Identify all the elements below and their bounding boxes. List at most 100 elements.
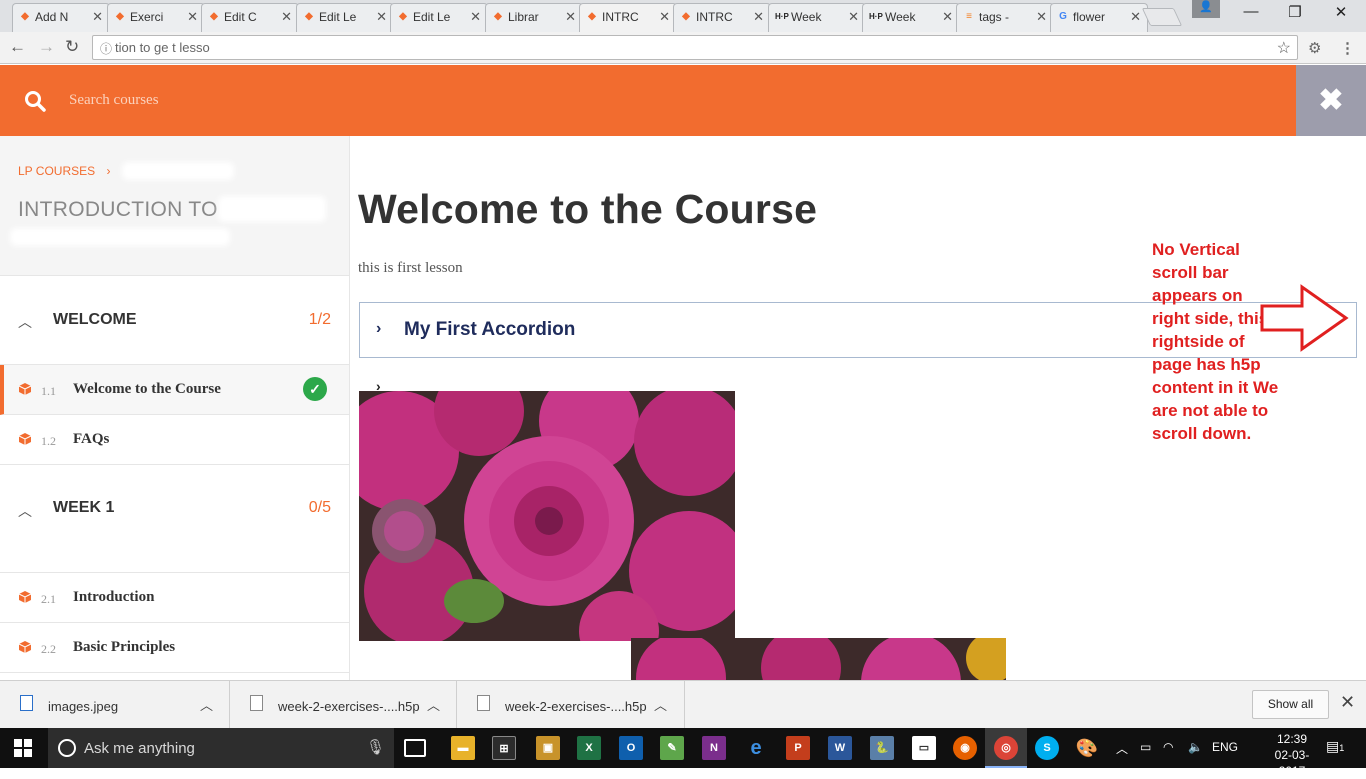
section-progress: 0/5	[308, 499, 331, 516]
minimize-icon[interactable]: —	[1228, 3, 1274, 20]
close-tab-icon[interactable]: ✕	[942, 9, 953, 25]
lesson-item[interactable]: 2.2 Basic Principles	[0, 623, 349, 673]
close-tab-icon[interactable]: ✕	[1130, 9, 1141, 25]
section-welcome[interactable]: ︿ WELCOME 1/2	[0, 276, 349, 365]
breadcrumb[interactable]: LP COURSES ›	[18, 164, 110, 178]
language-indicator[interactable]: ENG	[1212, 740, 1238, 754]
system-clock[interactable]: 12:39 02-03-2017	[1262, 731, 1322, 779]
download-item[interactable]: week-2-exercises-....h5p ︿	[230, 681, 457, 728]
downloads-bar: images.jpeg ︿ week-2-exercises-....h5p ︿…	[0, 680, 1366, 728]
profile-icon[interactable]: 👤	[1192, 0, 1220, 18]
extension-icon[interactable]: ⚙	[1308, 39, 1321, 57]
cortana-search-box[interactable]: Ask me anything 🎙	[48, 728, 394, 768]
close-tab-icon[interactable]: ✕	[281, 9, 292, 25]
volume-icon[interactable]: 🔈	[1188, 740, 1203, 754]
lesson-item[interactable]: 1.2 FAQs	[0, 415, 349, 465]
reload-icon[interactable]: ↻	[65, 37, 79, 57]
close-icon[interactable]: ✕	[1340, 692, 1355, 713]
app-icon[interactable]: ▣	[536, 736, 560, 760]
python-icon[interactable]: 🐍	[870, 736, 894, 760]
chrome-icon[interactable]: ◎	[994, 736, 1018, 760]
onenote-icon[interactable]: N	[702, 736, 726, 760]
lesson-title: FAQs	[73, 431, 110, 447]
publisher-icon[interactable]: ✎	[660, 736, 684, 760]
redacted-text	[122, 162, 234, 180]
browser-tab[interactable]: ◆ Add N ✕	[12, 3, 110, 32]
browser-tab[interactable]: H·P Week ✕	[862, 3, 960, 32]
close-tab-icon[interactable]: ✕	[1036, 9, 1047, 25]
browser-tab[interactable]: ◆ Librar ✕	[485, 3, 583, 32]
browser-tab[interactable]: H·P Week ✕	[768, 3, 866, 32]
close-tab-icon[interactable]: ✕	[376, 9, 387, 25]
completed-check-icon: ✓	[303, 377, 327, 401]
close-window-icon[interactable]: ✕	[1318, 3, 1364, 21]
browser-tab[interactable]: ◆ INTRC ✕	[673, 3, 771, 32]
search-icon[interactable]	[24, 90, 46, 112]
close-tab-icon[interactable]: ✕	[753, 9, 764, 25]
lesson-title: Basic Principles	[73, 639, 176, 655]
browser-tab[interactable]: ◆ Exerci ✕	[107, 3, 205, 32]
word-icon[interactable]: W	[828, 736, 852, 760]
course-header: LP COURSES › INTRODUCTION TO	[0, 136, 349, 276]
browser-tab[interactable]: ◆ Edit C ✕	[201, 3, 299, 32]
lesson-cube-icon	[18, 433, 32, 445]
notification-icon[interactable]: ▤1	[1326, 738, 1344, 755]
chevron-up-icon[interactable]: ︿	[18, 312, 32, 332]
close-icon[interactable]: ✖	[1296, 65, 1366, 136]
info-icon[interactable]: ⓘ	[100, 40, 112, 57]
browser-tab-active[interactable]: ◆ INTRC ✕	[579, 3, 677, 33]
browser-tab[interactable]: ◆ Edit Le ✕	[296, 3, 394, 32]
download-filename: images.jpeg	[48, 699, 119, 714]
microphone-icon[interactable]: 🎙	[366, 738, 385, 756]
edge-icon[interactable]: e	[744, 736, 768, 760]
outlook-icon[interactable]: O	[619, 736, 643, 760]
download-filename: week-2-exercises-....h5p	[278, 699, 420, 714]
search-courses-input[interactable]: Search courses	[69, 92, 159, 109]
lesson-number: 2.1	[41, 592, 56, 606]
download-item[interactable]: images.jpeg ︿	[0, 681, 230, 728]
browser-tab[interactable]: G flower ✕	[1050, 3, 1148, 32]
close-tab-icon[interactable]: ✕	[470, 9, 481, 25]
wifi-icon[interactable]: ◠	[1163, 740, 1173, 754]
lesson-cube-icon	[18, 641, 32, 653]
lesson-item[interactable]: 1.1 Welcome to the Course ✓	[0, 365, 349, 415]
task-view-icon[interactable]	[404, 739, 426, 757]
chevron-up-icon[interactable]: ︿	[654, 695, 667, 714]
excel-icon[interactable]: X	[577, 736, 601, 760]
menu-icon[interactable]: ⋮	[1340, 39, 1355, 57]
skype-icon[interactable]: S	[1035, 736, 1059, 760]
chevron-up-icon[interactable]: ︿	[427, 695, 440, 714]
lesson-title: Introduction	[73, 589, 155, 605]
breadcrumb-link[interactable]: LP COURSES	[18, 164, 95, 178]
chevron-up-icon[interactable]: ︿	[200, 695, 213, 714]
browser-tab[interactable]: ◆ Edit Le ✕	[390, 3, 488, 32]
wordpress-icon: ◆	[494, 11, 502, 22]
back-icon[interactable]: ←	[9, 37, 26, 57]
file-explorer-icon[interactable]: ▬	[451, 736, 475, 760]
notepad-icon[interactable]: ▭	[912, 736, 936, 760]
forward-icon[interactable]: →	[38, 37, 55, 57]
show-all-button[interactable]: Show all	[1252, 690, 1329, 719]
section-week-1[interactable]: ︿ WEEK 1 0/5	[0, 465, 349, 573]
powerpoint-icon[interactable]: P	[786, 736, 810, 760]
file-icon	[477, 695, 490, 711]
download-item[interactable]: week-2-exercises-....h5p ︿	[457, 681, 685, 728]
paint-icon[interactable]: 🎨	[1075, 736, 1099, 760]
windows-start-icon[interactable]	[14, 739, 32, 757]
close-tab-icon[interactable]: ✕	[565, 9, 576, 25]
clock-time: 12:39	[1276, 732, 1308, 746]
close-tab-icon[interactable]: ✕	[848, 9, 859, 25]
chevron-up-icon[interactable]: ︿	[18, 501, 32, 521]
chevron-up-icon[interactable]: ︿	[1116, 740, 1128, 757]
firefox-icon[interactable]: ◉	[953, 736, 977, 760]
restore-icon[interactable]: ❐	[1272, 3, 1318, 21]
close-tab-icon[interactable]: ✕	[659, 9, 670, 25]
close-tab-icon[interactable]: ✕	[92, 9, 103, 25]
address-bar[interactable]: ⓘ tion to ge t lesso ☆	[92, 35, 1298, 60]
bookmark-star-icon[interactable]: ☆	[1277, 38, 1291, 58]
store-icon[interactable]: ⊞	[492, 736, 516, 760]
battery-icon[interactable]: ▭	[1140, 740, 1151, 754]
close-tab-icon[interactable]: ✕	[187, 9, 198, 25]
lesson-item[interactable]: 2.1 Introduction	[0, 573, 349, 623]
browser-tab[interactable]: ≡ tags - ✕	[956, 3, 1054, 32]
